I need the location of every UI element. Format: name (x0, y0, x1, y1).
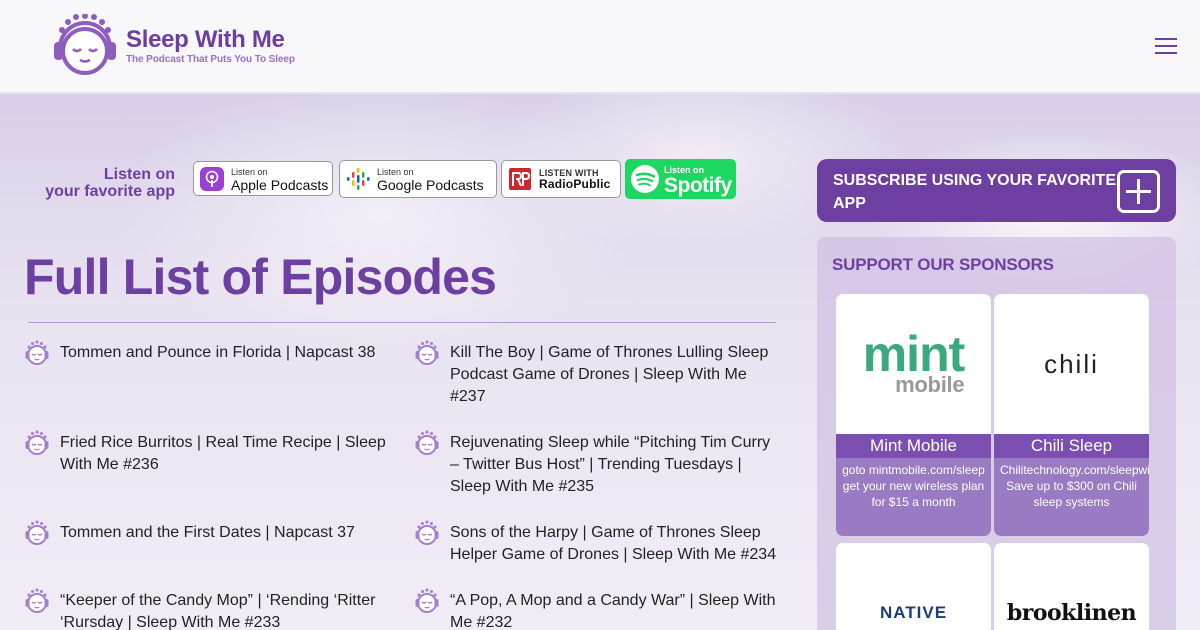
subscribe-button[interactable]: SUBSCRIBE USING YOUR FAVORITE APP (817, 159, 1176, 222)
mint-mobile-logo: mint mobile (836, 294, 991, 434)
sleeping-face-headphones-icon (24, 340, 50, 365)
sponsor-name: Chili Sleep (994, 434, 1149, 458)
divider (28, 322, 776, 323)
sleeping-face-headphones-icon (54, 14, 116, 75)
episode-link[interactable]: “Keeper of the Candy Mop” | ‘Rending ‘Ri… (24, 588, 390, 630)
episode-title: Rejuvenating Sleep while “Pitching Tim C… (450, 434, 771, 495)
sponsor-card-mint-mobile[interactable]: mint mobile Mint Mobile goto mintmobile.… (836, 294, 991, 536)
google-podcasts-icon (347, 168, 370, 190)
sleeping-face-headphones-icon (24, 588, 50, 613)
page-title: Full List of Episodes (24, 249, 497, 305)
badge-big-text: Google Podcasts (377, 177, 484, 193)
sleeping-face-headphones-icon (414, 340, 440, 365)
brooklinen-logo-text: brooklinen (1006, 600, 1137, 626)
sleeping-face-headphones-icon (414, 430, 440, 455)
episode-title: Fried Rice Burritos | Real Time Recipe |… (60, 434, 386, 473)
site-header: Sleep With Me The Podcast That Puts You … (0, 0, 1200, 93)
episode-link[interactable]: Sons of the Harpy | Game of Thrones Slee… (414, 520, 780, 566)
badge-big-text: Spotify (664, 173, 732, 197)
sponsor-card-chili-sleep[interactable]: chili Chili Sleep Chilitechnology.com/sl… (994, 294, 1149, 536)
episode-title: “A Pop, A Mop and a Candy War” | Sleep W… (450, 592, 776, 630)
sponsor-description: goto mintmobile.com/sleep get your new w… (836, 458, 991, 536)
site-logo[interactable]: Sleep With Me The Podcast That Puts You … (52, 14, 295, 76)
episode-title: Sons of the Harpy | Game of Thrones Slee… (450, 524, 777, 563)
sponsor-name: Mint Mobile (836, 434, 991, 458)
hamburger-menu-icon[interactable] (1155, 38, 1177, 56)
subscribe-label: SUBSCRIBE USING YOUR FAVORITE APP (833, 172, 1116, 212)
episode-link[interactable]: Tommen and the First Dates | Napcast 37 (24, 520, 390, 546)
listen-label-line1: Listen on (103, 166, 175, 183)
chili-logo-text: chili (1044, 348, 1099, 379)
spotify-badge[interactable]: Listen on Spotify (625, 159, 736, 199)
listen-label-line2: your favorite app (45, 183, 175, 200)
sleeping-face-headphones-icon (414, 520, 440, 545)
radiopublic-icon (509, 168, 531, 190)
apple-podcasts-icon (200, 166, 224, 191)
episode-link[interactable]: Fried Rice Burritos | Real Time Recipe |… (24, 430, 390, 476)
brand-name: Sleep With Me (126, 25, 285, 53)
plus-box-icon (1117, 170, 1160, 213)
apple-podcasts-badge[interactable]: Listen on Apple Podcasts (193, 161, 333, 196)
episode-title: Tommen and the First Dates | Napcast 37 (60, 524, 355, 541)
brand-tagline: The Podcast That Puts You To Sleep (126, 53, 295, 65)
sponsor-card-native[interactable]: NATIVE (836, 543, 991, 630)
episode-link[interactable]: Kill The Boy | Game of Thrones Lulling S… (414, 340, 780, 408)
listen-label: Listen on your favorite app (40, 166, 175, 200)
badge-big-text: Apple Podcasts (231, 176, 329, 193)
sponsor-card-brooklinen[interactable]: brooklinen (994, 543, 1149, 630)
chili-logo: chili (994, 294, 1149, 434)
sleeping-face-headphones-icon (24, 430, 50, 455)
brooklinen-logo: brooklinen (994, 543, 1149, 630)
sleeping-face-headphones-icon (414, 588, 440, 613)
spotify-icon (631, 165, 659, 193)
sponsor-description: Chilitechnology.com/sleepwithme. Save up… (994, 458, 1149, 536)
episode-title: Kill The Boy | Game of Thrones Lulling S… (450, 344, 769, 405)
episode-link[interactable]: “A Pop, A Mop and a Candy War” | Sleep W… (414, 588, 780, 630)
episode-link[interactable]: Tommen and Pounce in Florida | Napcast 3… (24, 340, 390, 366)
google-podcasts-badge[interactable]: Listen on Google Podcasts (339, 160, 497, 198)
episode-link[interactable]: Rejuvenating Sleep while “Pitching Tim C… (414, 430, 780, 498)
sleeping-face-headphones-icon (24, 520, 50, 545)
sponsors-title: SUPPORT OUR SPONSORS (832, 255, 1054, 274)
episode-title: “Keeper of the Candy Mop” | ‘Rending ‘Ri… (60, 592, 376, 630)
native-logo-text: NATIVE (879, 603, 948, 622)
radiopublic-badge[interactable]: LISTEN WITH RadioPublic (501, 160, 621, 198)
badge-big-text: RadioPublic (539, 177, 611, 191)
episode-title: Tommen and Pounce in Florida | Napcast 3… (60, 344, 376, 361)
native-logo: NATIVE (836, 543, 991, 630)
